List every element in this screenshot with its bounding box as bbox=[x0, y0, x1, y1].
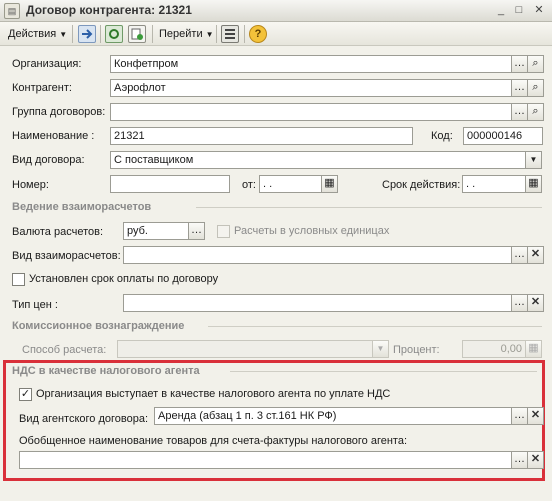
close-button[interactable]: ✕ bbox=[530, 3, 548, 19]
code-field[interactable]: 000000146 bbox=[463, 127, 543, 145]
goods-name-field[interactable] bbox=[19, 451, 512, 469]
group-label: Группа договоров: bbox=[12, 106, 106, 118]
calc-method-select[interactable] bbox=[117, 340, 373, 358]
structure-icon[interactable] bbox=[221, 25, 239, 43]
document-icon: ▤ bbox=[4, 3, 20, 19]
move-icon[interactable] bbox=[78, 25, 96, 43]
acts-as-agent-checkbox[interactable]: ✓ bbox=[19, 388, 32, 401]
window-title: Договор контрагента: 21321 bbox=[26, 3, 192, 17]
currency-label: Валюта расчетов: bbox=[12, 226, 103, 238]
clear-icon[interactable]: ✕ bbox=[527, 294, 544, 312]
name-field[interactable]: 21321 bbox=[110, 127, 413, 145]
org-field[interactable]: Конфетпром bbox=[110, 55, 512, 73]
settlement-mode-field[interactable] bbox=[123, 246, 512, 264]
date-from-label: от: bbox=[242, 179, 256, 191]
price-type-field[interactable] bbox=[123, 294, 512, 312]
org-search-icon[interactable]: ⌕ bbox=[527, 55, 544, 73]
form-bottom-area bbox=[0, 490, 552, 501]
payment-term-checkbox[interactable] bbox=[12, 273, 25, 286]
name-label: Наименование : bbox=[12, 130, 95, 142]
percent-label: Процент: bbox=[393, 344, 440, 356]
chevron-down-icon[interactable]: ▼ bbox=[372, 340, 389, 358]
help-icon[interactable]: ? bbox=[249, 25, 267, 43]
section-divider bbox=[230, 371, 537, 372]
maximize-button[interactable]: □ bbox=[510, 3, 528, 19]
goto-menu-button[interactable]: Перейти ▼ bbox=[155, 24, 218, 44]
percent-field[interactable]: 0,00 bbox=[462, 340, 526, 358]
clear-icon[interactable]: ✕ bbox=[527, 407, 544, 425]
contract-type-label: Вид договора: bbox=[12, 154, 85, 166]
group-search-icon[interactable]: ⌕ bbox=[527, 103, 544, 121]
goods-name-select-button[interactable]: … bbox=[511, 451, 528, 469]
settlement-mode-select-button[interactable]: … bbox=[511, 246, 528, 264]
currency-select-button[interactable]: … bbox=[188, 222, 205, 240]
acts-as-agent-label: Организация выступает в качестве налогов… bbox=[36, 388, 391, 400]
agent-contract-kind-select-button[interactable]: … bbox=[511, 407, 528, 425]
toolbar-separator bbox=[100, 25, 101, 43]
calc-method-label: Способ расчета: bbox=[22, 344, 107, 356]
org-label: Организация: bbox=[12, 58, 82, 70]
section-divider bbox=[208, 326, 542, 327]
clear-icon[interactable]: ✕ bbox=[527, 246, 544, 264]
number-field[interactable] bbox=[110, 175, 230, 193]
section-divider bbox=[196, 207, 542, 208]
payment-term-label: Установлен срок оплаты по договору bbox=[29, 273, 219, 285]
code-label: Код: bbox=[431, 130, 453, 142]
date-from-field[interactable]: . . bbox=[259, 175, 322, 193]
clear-icon[interactable]: ✕ bbox=[527, 451, 544, 469]
counterparty-search-icon[interactable]: ⌕ bbox=[527, 79, 544, 97]
minimize-button[interactable]: _ bbox=[492, 3, 510, 19]
conditional-units-checkbox[interactable] bbox=[217, 225, 230, 238]
commission-section-title: Комиссионное вознаграждение bbox=[12, 320, 185, 332]
calculator-icon[interactable]: ▦ bbox=[525, 340, 542, 358]
counterparty-field[interactable]: Аэрофлот bbox=[110, 79, 512, 97]
agent-contract-kind-label: Вид агентского договора: bbox=[19, 413, 149, 425]
contract-type-select[interactable]: С поставщиком bbox=[110, 151, 526, 169]
vat-agent-section-title: НДС в качестве налогового агента bbox=[12, 365, 200, 377]
price-type-label: Тип цен : bbox=[12, 299, 58, 311]
group-field[interactable] bbox=[110, 103, 512, 121]
toolbar-separator bbox=[216, 25, 217, 43]
chevron-down-icon: ▼ bbox=[59, 30, 68, 39]
calendar-icon[interactable]: ▦ bbox=[321, 175, 338, 193]
settlement-mode-label: Вид взаиморасчетов: bbox=[12, 250, 121, 262]
toolbar-separator bbox=[152, 25, 153, 43]
counterparty-select-button[interactable]: … bbox=[511, 79, 528, 97]
number-label: Номер: bbox=[12, 179, 49, 191]
goto-label: Перейти bbox=[159, 28, 203, 40]
calendar-icon[interactable]: ▦ bbox=[525, 175, 542, 193]
copy-icon[interactable] bbox=[128, 25, 146, 43]
currency-field[interactable]: руб. bbox=[123, 222, 189, 240]
chevron-down-icon: ▼ bbox=[205, 30, 214, 39]
org-select-button[interactable]: … bbox=[511, 55, 528, 73]
conditional-units-label: Расчеты в условных единицах bbox=[234, 225, 390, 237]
chevron-down-icon[interactable]: ▼ bbox=[525, 151, 542, 169]
toolbar-separator bbox=[72, 25, 73, 43]
group-select-button[interactable]: … bbox=[511, 103, 528, 121]
toolbar-separator bbox=[244, 25, 245, 43]
validity-label: Срок действия: bbox=[382, 179, 461, 191]
agent-contract-kind-field[interactable]: Аренда (абзац 1 п. 3 ст.161 НК РФ) bbox=[154, 407, 512, 425]
settlements-section-title: Ведение взаиморасчетов bbox=[12, 201, 152, 213]
price-type-select-button[interactable]: … bbox=[511, 294, 528, 312]
actions-label: Действия bbox=[8, 28, 57, 40]
actions-menu-button[interactable]: Действия ▼ bbox=[4, 24, 71, 44]
counterparty-label: Контрагент: bbox=[12, 82, 72, 94]
refresh-icon[interactable] bbox=[105, 25, 123, 43]
goods-name-label: Обобщенное наименование товаров для счет… bbox=[19, 435, 408, 447]
validity-field[interactable]: . . bbox=[462, 175, 526, 193]
